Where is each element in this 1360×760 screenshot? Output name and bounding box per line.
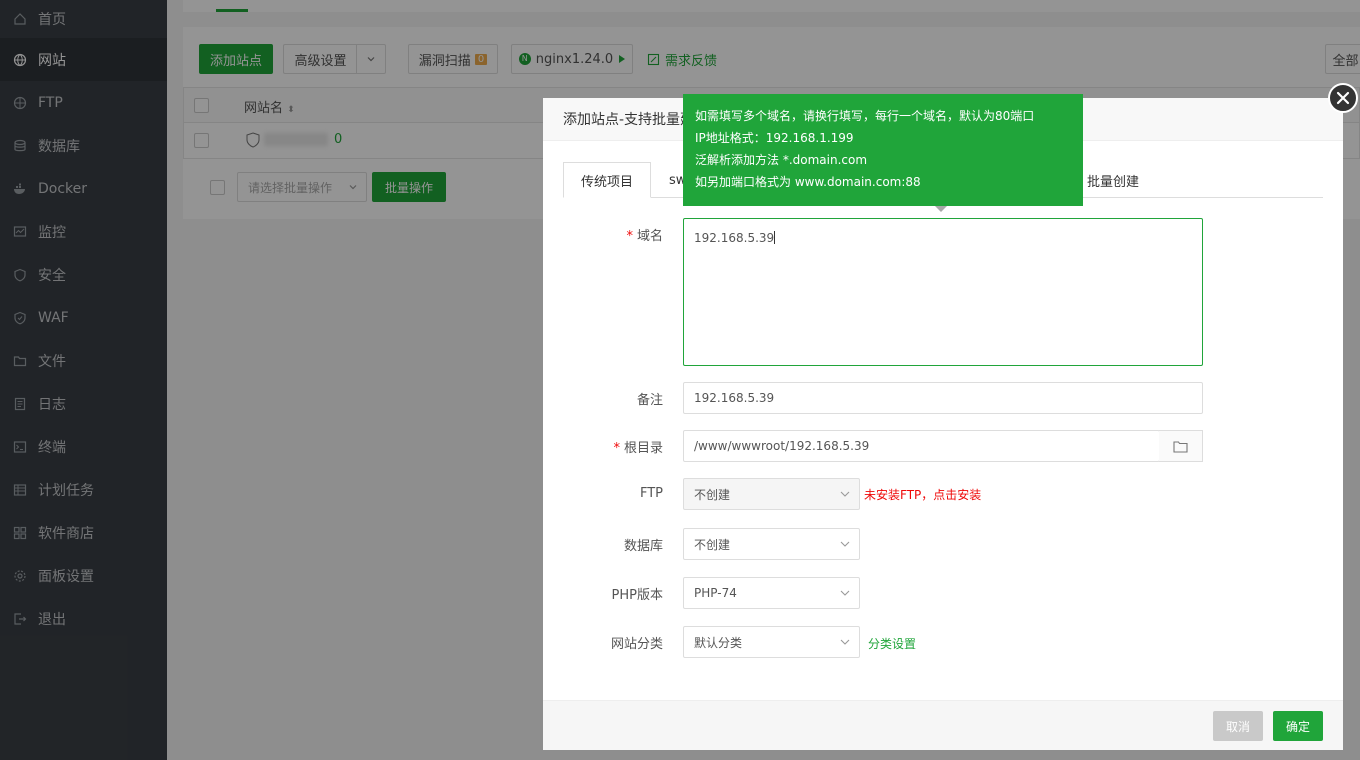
close-icon <box>1336 91 1350 105</box>
confirm-button[interactable]: 确定 <box>1273 711 1323 741</box>
ftp-select[interactable]: 不创建 <box>683 478 860 510</box>
php-version-select[interactable]: PHP-74 <box>683 577 860 609</box>
remark-label: 备注 <box>636 393 663 408</box>
modal-footer: 取消 确定 <box>543 700 1343 750</box>
site-category-label: 网站分类 <box>610 637 663 652</box>
tooltip-line: 如需填写多个域名，请换行填写，每行一个域名，默认为80端口 <box>695 109 1035 123</box>
site-category-value: 默认分类 <box>694 635 743 650</box>
tab-traditional[interactable]: 传统项目 <box>563 162 652 198</box>
domain-label: * 域名 <box>626 229 663 244</box>
overlay-sidebar <box>0 0 167 760</box>
tooltip-line: 泛解析添加方法 *.domain.com <box>695 153 868 167</box>
domain-textarea[interactable]: 192.168.5.39 <box>683 218 1203 366</box>
database-select-value: 不创建 <box>694 537 731 552</box>
modal-close-button[interactable] <box>1328 83 1358 113</box>
chevron-down-icon <box>840 491 850 497</box>
chevron-down-icon <box>840 639 850 645</box>
ftp-install-hint[interactable]: 未安装FTP，点击安装 <box>864 486 981 503</box>
ftp-label: FTP <box>639 486 663 501</box>
domain-textarea-value: 192.168.5.39 <box>694 231 775 245</box>
tooltip-line: 如另加端口格式为 www.domain.com:88 <box>695 175 921 189</box>
category-settings-link[interactable]: 分类设置 <box>868 635 916 652</box>
modal-title: 添加站点-支持批量建 <box>563 112 695 128</box>
tab-batch-create[interactable]: 批量创建 <box>1087 162 1139 198</box>
folder-icon <box>1173 440 1188 453</box>
chevron-down-icon <box>840 590 850 596</box>
remark-input[interactable]: 192.168.5.39 <box>683 382 1203 414</box>
browse-folder-button[interactable] <box>1159 430 1203 462</box>
tooltip-line: IP地址格式：192.168.1.199 <box>695 131 854 145</box>
ftp-select-value: 不创建 <box>694 487 731 502</box>
php-version-label: PHP版本 <box>611 588 663 603</box>
php-version-value: PHP-74 <box>694 586 737 600</box>
domain-help-tooltip: 如需填写多个域名，请换行填写，每行一个域名，默认为80端口 IP地址格式：192… <box>683 94 1083 206</box>
database-label: 数据库 <box>623 539 663 554</box>
site-category-select[interactable]: 默认分类 <box>683 626 860 658</box>
database-select[interactable]: 不创建 <box>683 528 860 560</box>
root-dir-input[interactable]: /www/wwwroot/192.168.5.39 <box>683 430 1160 462</box>
cancel-button[interactable]: 取消 <box>1213 711 1263 741</box>
tooltip-arrow <box>935 206 947 212</box>
root-dir-label: * 根目录 <box>613 441 663 456</box>
chevron-down-icon <box>840 541 850 547</box>
